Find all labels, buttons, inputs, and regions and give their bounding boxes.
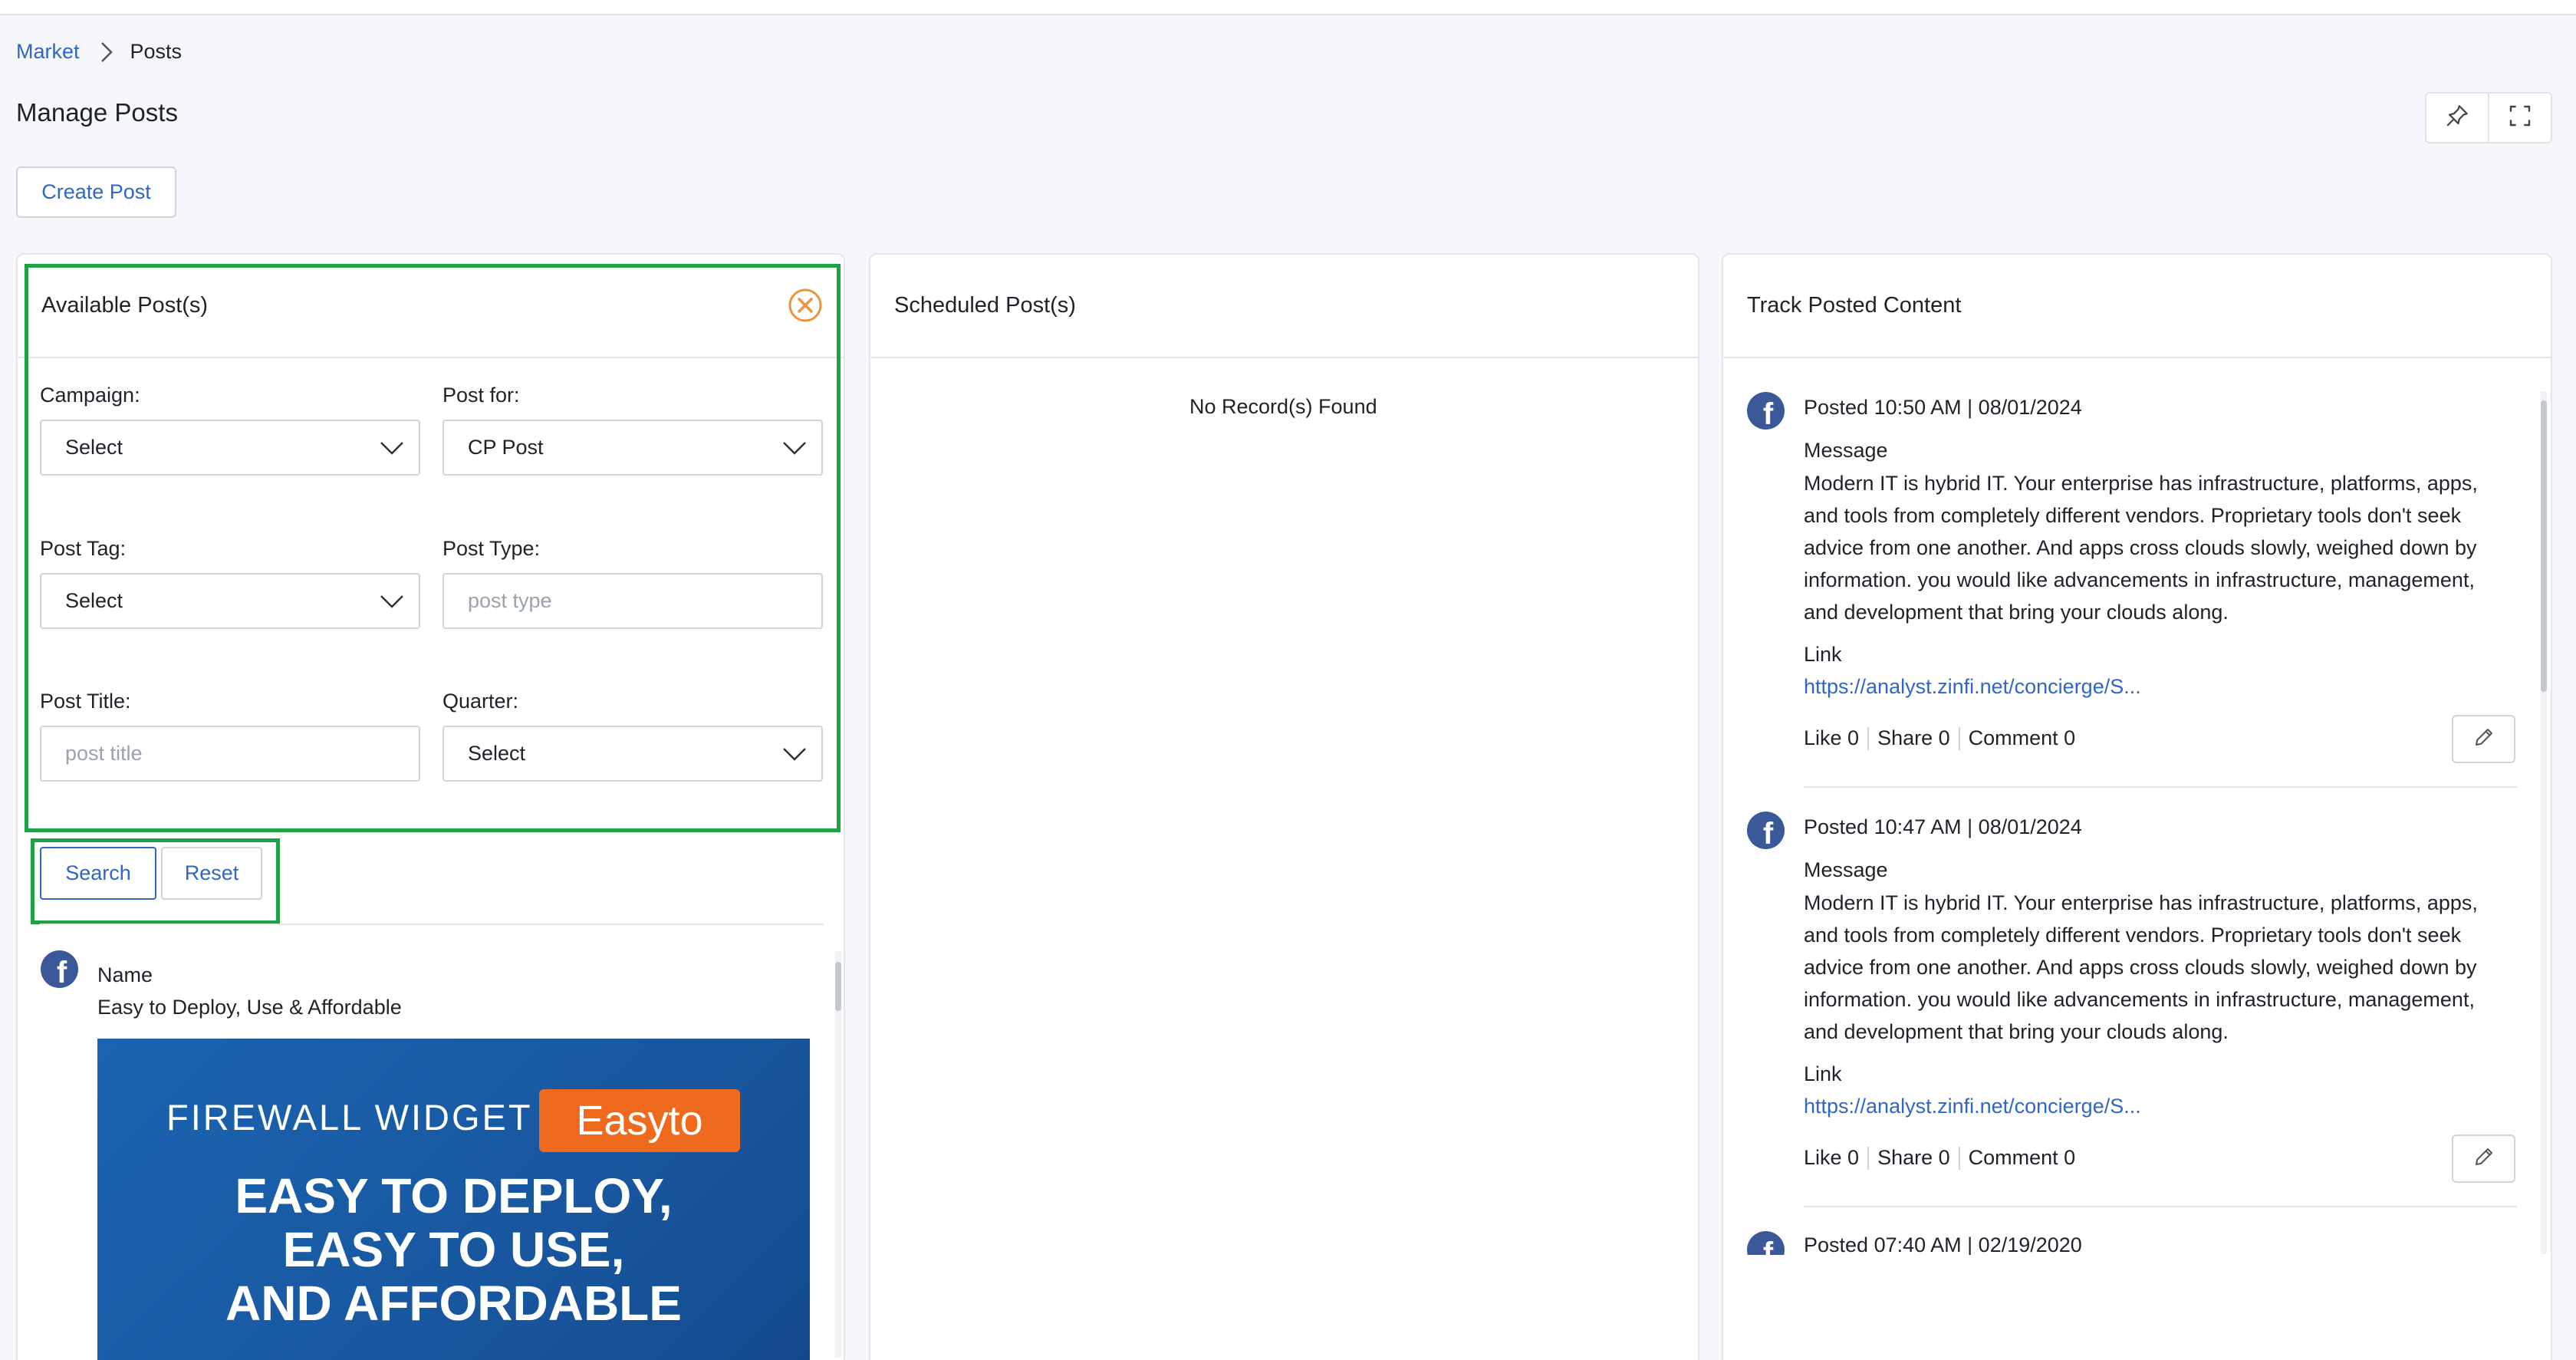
banner-line: AND AFFORDABLE	[225, 1276, 682, 1331]
comment-count: Comment 0	[1968, 1146, 2076, 1169]
track-divider	[1804, 786, 2517, 788]
breadcrumb-current: Posts	[130, 40, 183, 63]
post-title-label: Post Title:	[40, 690, 131, 713]
engagement-stats: Like 0 Share 0 Comment 0	[1804, 726, 2075, 750]
posted-value: 10:47 AM | 08/01/2024	[1874, 815, 2082, 838]
track-posted-title: Track Posted Content	[1747, 293, 1962, 318]
fullscreen-icon	[2508, 104, 2532, 132]
search-button[interactable]: Search	[40, 847, 156, 900]
comment-count: Comment 0	[1968, 726, 2076, 749]
posted-value: 10:50 AM | 08/01/2024	[1874, 396, 2082, 419]
link-label: Link	[1804, 1062, 1842, 1085]
like-count: Like 0	[1804, 726, 1860, 749]
scheduled-posts-title: Scheduled Post(s)	[894, 293, 1076, 318]
share-count: Share 0	[1877, 726, 1950, 749]
posted-line: Posted 10:47 AM | 08/01/2024	[1804, 815, 2082, 839]
page-title: Manage Posts	[16, 98, 178, 127]
message-text: Modern IT is hybrid IT. Your enterprise …	[1804, 472, 2478, 624]
facebook-icon: f	[1747, 392, 1785, 430]
pin-button[interactable]	[2426, 94, 2488, 142]
post-link[interactable]: https://analyst.zinfi.net/concierge/S...	[1804, 1095, 2141, 1118]
filter-divider	[40, 924, 824, 925]
track-divider	[1804, 1206, 2517, 1207]
link-label: Link	[1804, 643, 1842, 666]
posted-line: Posted 07:40 AM | 02/19/2020	[1804, 1233, 2082, 1255]
chevron-down-icon	[781, 438, 808, 463]
post-for-value: CP Post	[468, 436, 544, 459]
breadcrumb: Market Posts	[16, 40, 182, 64]
facebook-icon: f	[1747, 812, 1785, 849]
post-tag-select[interactable]: Select	[40, 573, 420, 629]
post-name-label: Name	[97, 963, 153, 986]
post-type-input[interactable]: post type	[442, 573, 823, 629]
available-scroll-thumb[interactable]	[835, 962, 841, 1011]
reset-button[interactable]: Reset	[161, 847, 262, 900]
message-text: Modern IT is hybrid IT. Your enterprise …	[1804, 891, 2478, 1043]
campaign-select[interactable]: Select	[40, 420, 420, 476]
post-for-label: Post for:	[442, 384, 520, 407]
campaign-label: Campaign:	[40, 384, 140, 407]
pin-icon	[2444, 103, 2470, 133]
scheduled-posts-header: Scheduled Post(s)	[870, 255, 1698, 358]
top-bar	[0, 0, 2576, 15]
posted-label: Posted	[1804, 396, 1869, 419]
posted-line: Posted 10:50 AM | 08/01/2024	[1804, 396, 2082, 420]
pencil-icon	[2472, 1145, 2495, 1172]
edit-button[interactable]	[2452, 715, 2515, 763]
no-records-text: No Record(s) Found	[1189, 395, 1377, 418]
create-post-button[interactable]: Create Post	[16, 166, 176, 218]
posted-label: Posted	[1804, 815, 1869, 838]
message-label: Message	[1804, 439, 1888, 462]
share-count: Share 0	[1877, 1146, 1950, 1169]
facebook-icon: f	[41, 950, 78, 988]
campaign-value: Select	[65, 436, 123, 459]
post-tag-value: Select	[65, 589, 123, 612]
stat-divider	[1958, 1146, 1960, 1170]
track-scroll-thumb[interactable]	[2541, 400, 2547, 692]
view-tools	[2425, 92, 2552, 143]
available-scrollbar[interactable]	[835, 951, 841, 1358]
post-title-placeholder: post title	[65, 742, 143, 765]
post-type-label: Post Type:	[442, 537, 541, 560]
posted-value: 07:40 AM | 02/19/2020	[1874, 1233, 2082, 1255]
close-circle-icon[interactable]	[788, 288, 823, 327]
breadcrumb-market-link[interactable]: Market	[16, 40, 80, 64]
message-label: Message	[1804, 858, 1888, 881]
chevron-down-icon	[781, 744, 808, 769]
edit-button[interactable]	[2452, 1134, 2515, 1183]
fullscreen-button[interactable]	[2488, 94, 2551, 142]
post-title-input[interactable]: post title	[40, 726, 420, 782]
banner-badge: Easyto	[539, 1089, 740, 1152]
engagement-stats: Like 0 Share 0 Comment 0	[1804, 1146, 2075, 1170]
post-name-value: Easy to Deploy, Use & Affordable	[97, 996, 402, 1019]
chevron-right-icon	[100, 41, 114, 64]
banner-line: EASY TO USE,	[282, 1222, 625, 1277]
pencil-icon	[2472, 726, 2495, 752]
track-posted-header: Track Posted Content	[1723, 255, 2551, 358]
scheduled-posts-panel: Scheduled Post(s) No Record(s) Found	[869, 253, 1699, 1360]
chevron-down-icon	[379, 591, 405, 617]
stat-divider	[1867, 1146, 1870, 1170]
quarter-label: Quarter:	[442, 690, 519, 713]
stat-divider	[1867, 726, 1870, 750]
chevron-down-icon	[379, 438, 405, 463]
like-count: Like 0	[1804, 1146, 1860, 1169]
post-type-placeholder: post type	[468, 589, 552, 612]
quarter-select[interactable]: Select	[442, 726, 823, 782]
post-banner-image: FIREWALL WIDGET Easyto EASY TO DEPLOY, E…	[97, 1039, 810, 1360]
posted-label: Posted	[1804, 1233, 1869, 1255]
stat-divider	[1958, 726, 1960, 750]
facebook-icon: f	[1747, 1231, 1785, 1255]
banner-body: EASY TO DEPLOY, EASY TO USE, AND AFFORDA…	[97, 1169, 810, 1330]
post-tag-label: Post Tag:	[40, 537, 127, 560]
track-item-clip: f Posted 07:40 AM | 02/19/2020	[1741, 1227, 2523, 1255]
post-link[interactable]: https://analyst.zinfi.net/concierge/S...	[1804, 675, 2141, 699]
banner-heading: FIREWALL WIDGET	[166, 1097, 533, 1138]
post-for-select[interactable]: CP Post	[442, 420, 823, 476]
banner-line: EASY TO DEPLOY,	[235, 1168, 673, 1223]
quarter-value: Select	[468, 742, 526, 765]
